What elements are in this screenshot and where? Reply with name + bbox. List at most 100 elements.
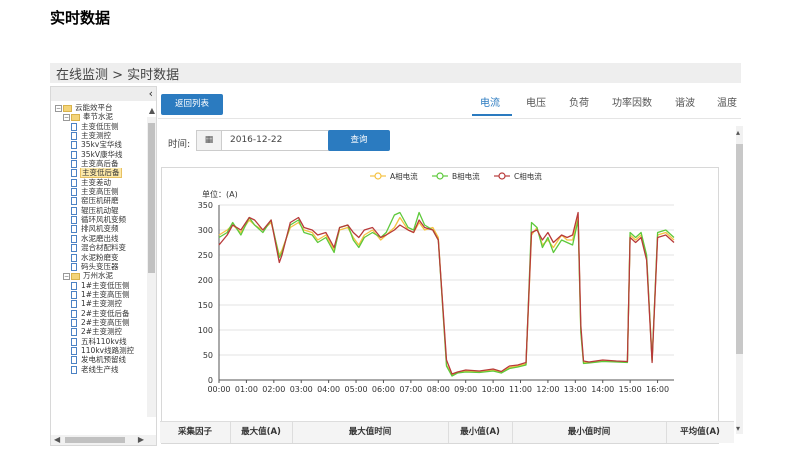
tree-item[interactable]: 1#主变低压侧 [51,281,146,290]
collapse-node-icon[interactable]: − [63,272,70,280]
legend-label-C[interactable]: C相电流 [514,171,542,181]
document-icon [71,244,77,253]
collapse-node-icon[interactable]: − [55,104,62,112]
collapse-panel-icon[interactable]: ‹ [149,87,153,101]
document-icon [71,300,77,309]
document-icon [71,225,77,234]
tree-item[interactable]: 主变低后备 [51,168,146,178]
tree-item-label: 辊压机动辊 [81,205,119,215]
folder-icon [63,104,72,112]
x-tick-label: 08:00 [427,385,450,394]
tree-folder[interactable]: − 云能效平台 [51,103,146,112]
tree-item[interactable]: 主变差动 [51,178,146,187]
document-icon [71,234,77,243]
x-tick-label: 14:00 [591,385,614,394]
page-scroll-thumb[interactable] [736,144,743,354]
tree-item[interactable]: 码头变压器 [51,262,146,271]
legend-label-B[interactable]: B相电流 [452,171,480,181]
folder-icon [71,272,80,280]
tree-item[interactable]: 老线生产线 [51,365,146,374]
y-tick-label: 0 [208,376,213,385]
col-header-max-time: 最大值时间 [292,422,449,443]
tab-temperature[interactable]: 温度 [717,94,737,109]
tab-voltage[interactable]: 电压 [526,94,546,109]
x-tick-label: 09:00 [454,385,477,394]
tree-item[interactable]: 发电机预留线 [51,355,146,365]
tabs-divider [158,118,741,119]
tree-item[interactable]: 35kv宝华线 [51,140,146,150]
time-label: 时间: [168,139,191,150]
y-tick-label: 200 [198,276,213,285]
tree-list: − 云能效平台 − 奉节水泥 主变低压侧 主变测控 35kv宝华线 35kV康华线 主变高后备主… [51,103,146,374]
tree-item[interactable]: 窑压机研磨 [51,196,146,206]
x-tick-label: 03:00 [290,385,313,394]
document-icon [71,328,77,337]
tab-power-factor[interactable]: 功率因数 [612,94,652,109]
tree-hscroll-thumb[interactable] [65,437,125,443]
tree-item[interactable]: 混合材配料变 [51,243,146,253]
tree-item-label: 奉节水泥 [83,112,113,122]
tree-item[interactable]: 2#主变高压侧 [51,318,146,327]
tab-load[interactable]: 负荷 [569,94,589,109]
tree-item[interactable]: 2#主变低后备 [51,309,146,318]
tree-item[interactable]: 2#主变测控 [51,327,146,337]
legend-label-A[interactable]: A相电流 [390,171,418,181]
page-scroll-down-icon[interactable]: ▾ [736,424,740,434]
tree-item[interactable]: 水泥磨出线 [51,234,146,243]
calendar-icon[interactable]: ▦ [197,131,222,150]
tree-item-label: 2#主变低后备 [81,308,130,318]
tree-item-label: 主变高压侧 [81,187,119,197]
back-to-list-button[interactable]: 返回列表 [161,94,223,115]
document-icon [71,132,77,141]
tree-item[interactable]: 主变高后备 [51,159,146,169]
scroll-up-arrow-icon[interactable]: ▲ [149,106,155,116]
tree-item-label: 混合材配料变 [81,243,126,253]
tree-item-label: 主变差动 [81,177,111,187]
tree-item-label: 万州水泥 [83,271,113,281]
tree-item[interactable]: 1#主变高压侧 [51,290,146,299]
y-tick-label: 100 [198,326,213,335]
page-scroll-up-icon[interactable]: ▴ [736,128,740,138]
tree-item-label: 主变低压侧 [81,121,119,131]
collapse-node-icon[interactable]: − [63,113,70,121]
y-tick-label: 50 [203,351,213,360]
tree-item-label: 排风机变频 [81,224,119,234]
x-tick-label: 11:00 [509,385,532,394]
legend-marker-B[interactable] [436,172,444,180]
tree-item[interactable]: 主变低压侧 [51,122,146,131]
document-icon [71,188,77,197]
tree-item[interactable]: 水泥粉磨变 [51,253,146,262]
tree-folder[interactable]: − 奉节水泥 [51,112,146,121]
tree-scroll-thumb[interactable] [148,123,155,273]
scroll-right-arrow-icon[interactable]: ▶ [138,435,144,445]
document-icon [71,318,77,327]
series-line-C [218,211,675,375]
tree-item[interactable]: 循环风机变频 [51,215,146,225]
tree-item[interactable]: 辊压机动辊 [51,206,146,215]
tree-item-label: 2#主变测控 [81,327,123,337]
date-picker[interactable]: ▦ 2016-12-22 [196,130,350,151]
tree-item-label: 110kv线路测控 [81,345,135,355]
y-tick-label: 150 [198,301,213,310]
tree-item[interactable]: 五科110kv线 [51,337,146,346]
y-tick-label: 350 [198,201,213,210]
tree-item[interactable]: 主变测控 [51,131,146,141]
x-tick-label: 05:00 [345,385,368,394]
tree-folder[interactable]: − 万州水泥 [51,271,146,280]
tree-item[interactable]: 1#主变测控 [51,299,146,309]
tree-item[interactable]: 排风机变频 [51,224,146,234]
tree-item-label: 35kv宝华线 [81,140,122,150]
tab-harmonic[interactable]: 谐波 [675,94,695,109]
document-icon [71,346,77,355]
tree-item-label: 窑压机研磨 [81,196,119,206]
query-button[interactable]: 查询 [328,130,390,151]
scroll-left-arrow-icon[interactable]: ◀ [54,435,60,445]
legend-marker-C[interactable] [498,172,506,180]
tab-current[interactable]: 电流 [480,94,500,109]
tree-item[interactable]: 主变高压侧 [51,187,146,197]
document-icon [71,216,77,225]
date-input-value[interactable]: 2016-12-22 [230,131,282,150]
tree-item[interactable]: 35kV康华线 [51,150,146,159]
legend-marker-A[interactable] [374,172,382,180]
tree-item[interactable]: 110kv线路测控 [51,346,146,355]
